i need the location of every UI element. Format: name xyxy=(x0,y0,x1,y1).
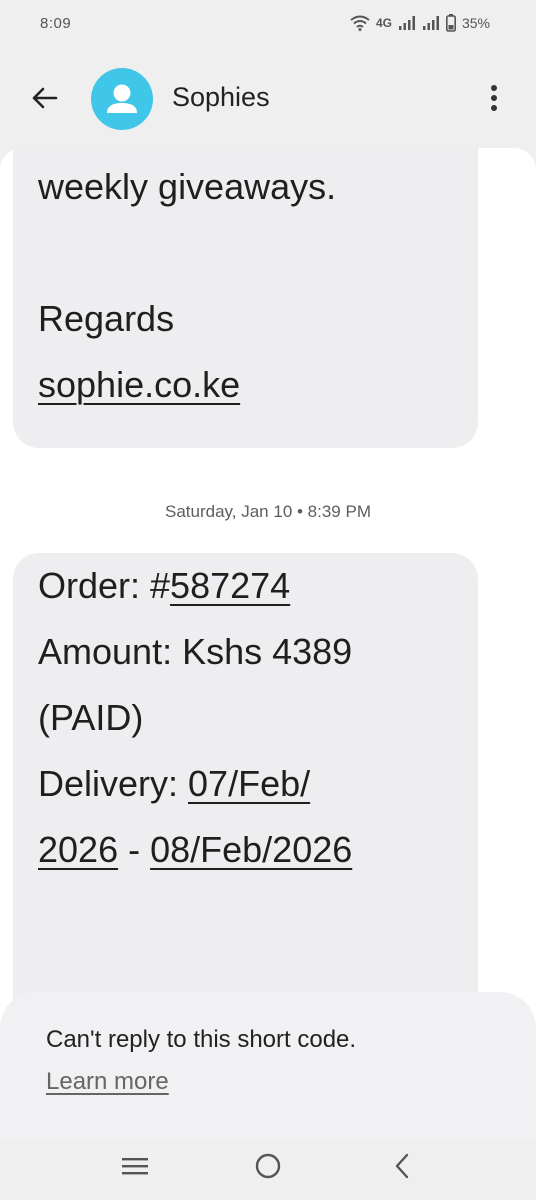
message-line: Regards xyxy=(38,298,175,339)
order-label: Order: # xyxy=(38,565,171,606)
battery-icon xyxy=(445,14,456,32)
message-bubble[interactable]: weekly giveaways. Regards sophie.co.ke xyxy=(13,148,478,448)
notice-text: Can't reply to this short code. xyxy=(46,1026,357,1053)
navigation-bar xyxy=(0,1138,536,1200)
recents-icon xyxy=(121,1156,149,1181)
order-number-link[interactable]: 587274 xyxy=(170,565,290,606)
short-code-notice: Can't reply to this short code. Learn mo… xyxy=(0,992,536,1138)
message-line: Delivery: 07/Feb/ xyxy=(38,751,453,817)
wifi-icon xyxy=(350,15,370,31)
website-link[interactable]: sophie.co.ke xyxy=(38,352,453,418)
learn-more-link[interactable]: Learn more xyxy=(46,1068,169,1096)
signal-icon xyxy=(422,15,440,31)
message-list[interactable]: weekly giveaways. Regards sophie.co.ke S… xyxy=(0,148,536,1138)
status-icons: 4G 35% xyxy=(350,14,490,32)
message-line: weekly giveaways. xyxy=(38,166,337,207)
message-line: (PAID) xyxy=(38,697,144,738)
delivery-separator: - xyxy=(118,829,151,870)
arrow-left-icon xyxy=(30,86,58,115)
signal-icon xyxy=(398,15,416,31)
conversation-header: Sophies xyxy=(0,60,536,138)
recents-button[interactable] xyxy=(115,1152,155,1184)
delivery-date-link[interactable]: 08/Feb/2026 xyxy=(150,829,352,870)
status-bar: 8:09 4G 35% xyxy=(0,0,536,52)
home-button[interactable] xyxy=(248,1152,288,1184)
status-time: 8:09 xyxy=(40,15,72,32)
person-icon xyxy=(91,84,153,130)
more-options-button[interactable] xyxy=(482,82,506,118)
back-button[interactable] xyxy=(26,82,62,118)
battery-percent: 35% xyxy=(461,15,490,31)
home-icon xyxy=(254,1152,282,1185)
back-icon xyxy=(392,1153,412,1184)
message-timestamp: Saturday, Jan 10 • 8:39 PM xyxy=(165,502,371,521)
delivery-label: Delivery: xyxy=(38,763,189,804)
message-line xyxy=(38,220,453,286)
message-line: Order: #587274 xyxy=(38,553,453,619)
system-back-button[interactable] xyxy=(382,1152,422,1184)
message-line xyxy=(38,883,453,949)
contact-name: Sophies xyxy=(172,82,270,112)
avatar[interactable] xyxy=(91,68,153,130)
message-line: 2026 - 08/Feb/2026 xyxy=(38,817,453,883)
message-line: Amount: Kshs 4389 xyxy=(38,631,353,672)
delivery-date-link[interactable]: 07/Feb/ xyxy=(188,763,310,804)
network-type-label: 4G xyxy=(375,16,392,30)
delivery-date-link[interactable]: 2026 xyxy=(38,829,118,870)
more-vert-icon xyxy=(490,84,498,117)
